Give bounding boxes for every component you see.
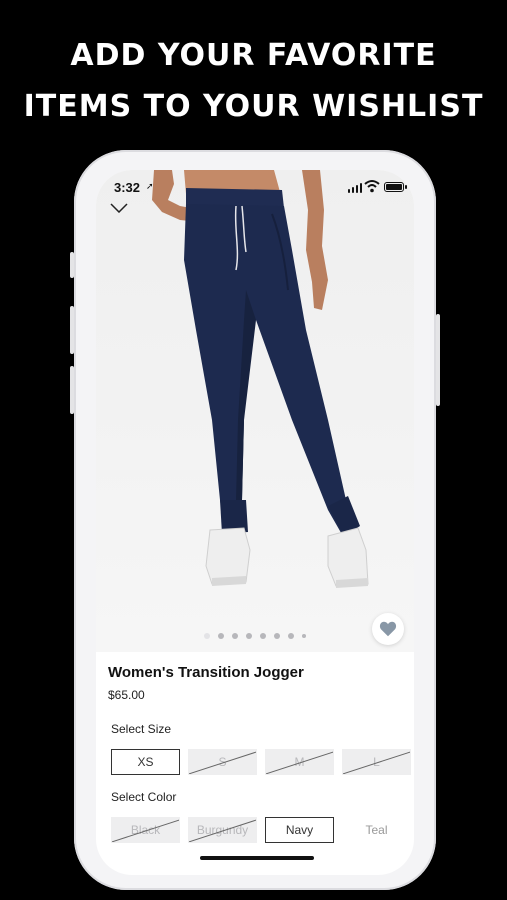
heart-icon (379, 621, 397, 637)
color-option-burgundy[interactable]: Burgundy (188, 817, 257, 843)
carousel-dot[interactable] (218, 633, 224, 639)
size-option-l[interactable]: L (342, 749, 411, 775)
carousel-dot[interactable] (288, 633, 294, 639)
product-image[interactable]: 3:32 ➚ (96, 170, 414, 652)
chevron-down-icon[interactable] (110, 200, 128, 218)
status-time: 3:32 (114, 180, 141, 195)
phone-power-button (436, 314, 440, 406)
carousel-dot[interactable] (246, 633, 252, 639)
phone-screen: 3:32 ➚ Women's Transition Jogger $65.00 … (96, 170, 414, 875)
status-bar: 3:32 ➚ (96, 170, 414, 206)
phone-frame: 3:32 ➚ Women's Transition Jogger $65.00 … (74, 150, 436, 890)
size-option-xs[interactable]: XS (111, 749, 180, 775)
carousel-dot[interactable] (260, 633, 266, 639)
headline-line-2: ITEMS TO YOUR WISHLIST (23, 89, 484, 124)
color-option-teal[interactable]: Teal (342, 817, 411, 843)
navy-jogger-photo (152, 170, 369, 588)
home-indicator[interactable] (200, 856, 314, 860)
product-name: Women's Transition Jogger (108, 664, 304, 681)
product-price: $65.00 (108, 688, 145, 702)
select-size-label: Select Size (111, 722, 172, 736)
select-color-label: Select Color (111, 790, 177, 804)
carousel-dot[interactable] (302, 634, 306, 638)
location-arrow-icon: ➚ (146, 181, 154, 191)
size-options: XS S M L (111, 749, 411, 775)
color-option-black[interactable]: Black (111, 817, 180, 843)
carousel-dot[interactable] (232, 633, 238, 639)
wifi-icon (364, 179, 380, 198)
wishlist-button[interactable] (372, 613, 404, 645)
carousel-dots[interactable] (96, 633, 414, 639)
color-options: Black Burgundy Navy Teal (111, 817, 411, 843)
carousel-dot[interactable] (274, 633, 280, 639)
size-option-m[interactable]: M (265, 749, 334, 775)
headline: ADD YOUR FAVORITE ITEMS TO YOUR WISHLIST (0, 30, 507, 132)
signal-icon (347, 183, 362, 193)
battery-icon (384, 182, 407, 192)
size-option-s[interactable]: S (188, 749, 257, 775)
color-option-navy[interactable]: Navy (265, 817, 334, 843)
carousel-dot[interactable] (204, 633, 210, 639)
headline-line-1: ADD YOUR FAVORITE (70, 38, 437, 73)
